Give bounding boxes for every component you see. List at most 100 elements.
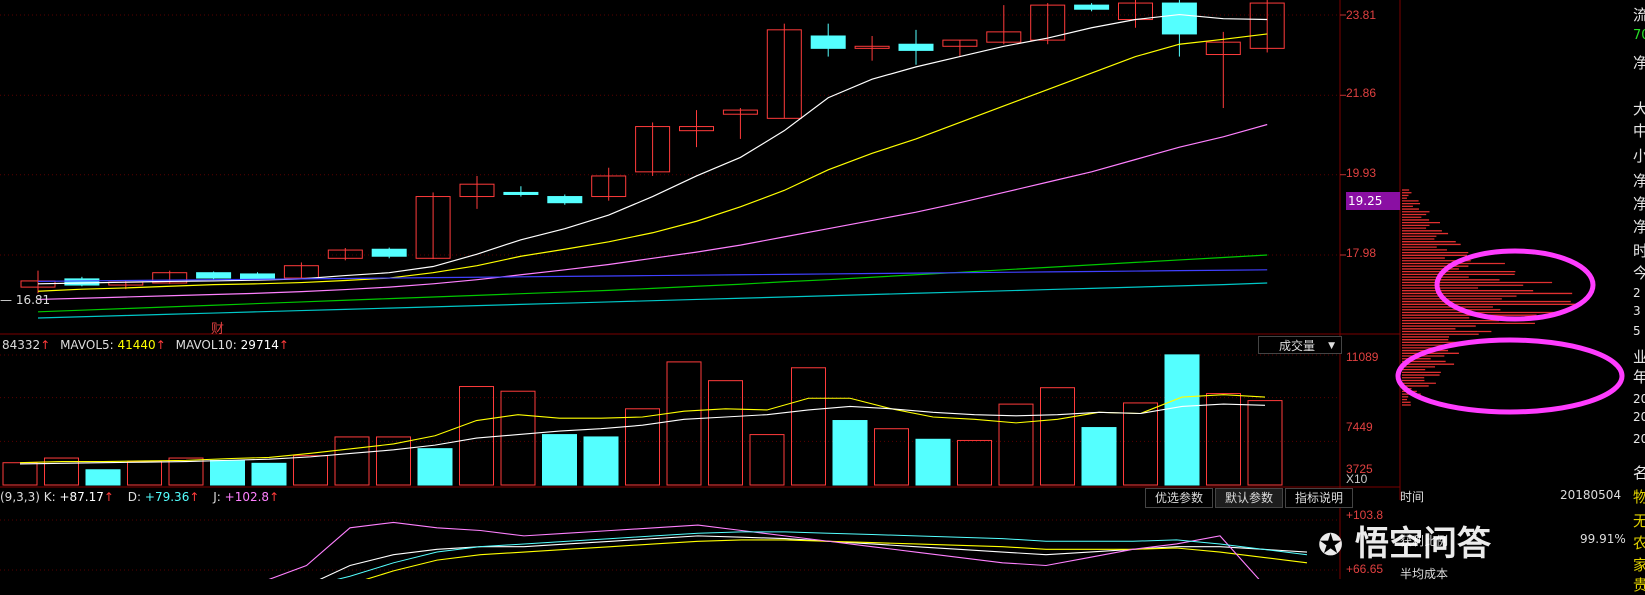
- mavol5-value: 41440: [117, 338, 156, 352]
- indicator-select[interactable]: 成交量 ▼: [1258, 336, 1342, 354]
- optimized-params-button[interactable]: 优选参数: [1145, 488, 1213, 508]
- side-panel-char: 今: [1633, 264, 1645, 282]
- kdj-lines: [268, 521, 1308, 579]
- kdj-header: (9,3,3) K: +87.17↑ D: +79.36↑ J: +102.8↑: [0, 490, 279, 504]
- highlight-ellipse-lower: [1395, 337, 1625, 415]
- kdj-line-k: [319, 535, 1308, 579]
- candle-body: [547, 196, 583, 204]
- side-panel-char: 净: [1633, 218, 1645, 236]
- d-value: +79.36: [144, 490, 190, 504]
- j-arrow-icon: ↑: [269, 490, 280, 504]
- volume-bar: [1247, 400, 1283, 486]
- volume-bars[interactable]: [2, 354, 1283, 486]
- volume-bar: [708, 380, 743, 486]
- side-panel-char: 家: [1633, 556, 1645, 574]
- volume-header: 84332↑ MAVOL5: 41440↑ MAVOL10: 29714↑: [2, 338, 289, 352]
- current-price-tag: 19.25: [1346, 192, 1400, 210]
- vol-value: 84332: [2, 338, 41, 352]
- volume-bar: [251, 462, 287, 486]
- side-panel-char: 贵: [1633, 576, 1645, 594]
- volume-bar: [85, 469, 121, 486]
- volume-bar: [127, 461, 162, 486]
- volume-bar: [1123, 402, 1158, 486]
- volume-bar: [625, 408, 660, 486]
- mavol10-line: [19, 403, 1266, 465]
- vol-arrow-icon: ↑: [40, 338, 51, 352]
- watermark-text: 悟空问答: [1354, 524, 1491, 564]
- candle-body: [1074, 4, 1110, 10]
- d-label: D:: [127, 490, 142, 504]
- volume-bar: [832, 420, 868, 486]
- volume-bar: [1206, 393, 1241, 486]
- volume-tick-2: 7449: [1346, 420, 1373, 434]
- side-panel-char: 3: [1633, 304, 1641, 318]
- j-label: J:: [213, 490, 221, 504]
- volume-bar: [749, 434, 785, 486]
- side-panel-char: 净: [1633, 195, 1645, 213]
- volume-bar: [915, 438, 951, 486]
- volume-bar: [791, 367, 826, 486]
- chevron-down-icon: ▼: [1328, 341, 1335, 351]
- price-tick-4: 17.98: [1346, 246, 1377, 260]
- mavol10-arrow-icon: ↑: [278, 338, 289, 352]
- mavol10-label: MAVOL10:: [175, 338, 237, 352]
- side-panel-char: 5: [1633, 324, 1641, 338]
- date-value: 20180504: [1560, 488, 1622, 502]
- j-value: +102.8: [224, 490, 270, 504]
- candle-body: [503, 191, 539, 195]
- side-panel-char: 业: [1633, 348, 1645, 366]
- avg-cost-label: 半均成本: [1400, 567, 1449, 581]
- candle-body: [810, 35, 846, 49]
- mavol5-line: [19, 394, 1266, 464]
- volume-bar: [459, 386, 494, 486]
- side-panel-char: 大: [1633, 100, 1645, 118]
- side-panel-char: 流: [1633, 6, 1645, 24]
- d-arrow-icon: ↑: [189, 490, 200, 504]
- volume-bar: [1164, 354, 1200, 486]
- side-panel-char: 2: [1633, 286, 1641, 300]
- side-panel-char: 净: [1633, 54, 1645, 72]
- volume-bar: [500, 390, 536, 486]
- candle-body: [196, 272, 232, 279]
- volume-bar: [1081, 427, 1117, 486]
- indicator-help-button[interactable]: 指标说明: [1285, 488, 1353, 508]
- volume-bar: [542, 434, 577, 486]
- side-panel-char: 20: [1633, 392, 1645, 406]
- candle-body: [240, 273, 275, 280]
- side-panel-char: 70: [1633, 28, 1645, 43]
- volume-bar: [666, 361, 702, 486]
- volume-bar: [334, 436, 370, 486]
- price-tick-2: 21.86: [1346, 86, 1377, 100]
- side-panel-char: 小: [1633, 147, 1645, 165]
- k-value: +87.17: [59, 490, 104, 504]
- side-panel-char: 20: [1633, 432, 1645, 446]
- finance-event-marker[interactable]: 财: [211, 318, 224, 337]
- indicator-select-label: 成交量: [1279, 339, 1316, 353]
- side-panel-char: 净: [1633, 172, 1645, 190]
- candle-body: [64, 278, 100, 286]
- default-params-button[interactable]: 默认参数: [1215, 488, 1283, 508]
- k-arrow-icon: ↑: [103, 490, 114, 504]
- volume-bar: [210, 459, 245, 486]
- mavol5-arrow-icon: ↑: [155, 338, 166, 352]
- volume-bar: [293, 455, 328, 486]
- kdj-params: (9,3,3): [0, 490, 40, 504]
- chip-distribution-bars: [1402, 189, 1581, 406]
- ma-line-ma60: [37, 254, 1268, 313]
- candle-body: [898, 43, 934, 51]
- watermark-logo-icon: ✪: [1318, 528, 1344, 563]
- volume-bar: [874, 428, 909, 486]
- volume-bar: [583, 436, 619, 486]
- volume-tick-1: 11089: [1346, 350, 1379, 364]
- time-label: 时间: [1400, 490, 1425, 504]
- volume-bar: [417, 448, 453, 486]
- side-panel-char: 物: [1633, 488, 1645, 506]
- watermark: ✪ 悟空问答: [1318, 516, 1491, 565]
- side-panel-char: 农: [1633, 534, 1645, 552]
- profit-ratio-value: 99.91%: [1580, 532, 1626, 546]
- volume-bar: [1040, 387, 1075, 486]
- price-candles[interactable]: [20, 0, 1285, 294]
- side-panel-char: 年: [1633, 368, 1645, 386]
- mavol5-label: MAVOL5:: [60, 338, 114, 352]
- side-panel-char: 名: [1633, 464, 1645, 482]
